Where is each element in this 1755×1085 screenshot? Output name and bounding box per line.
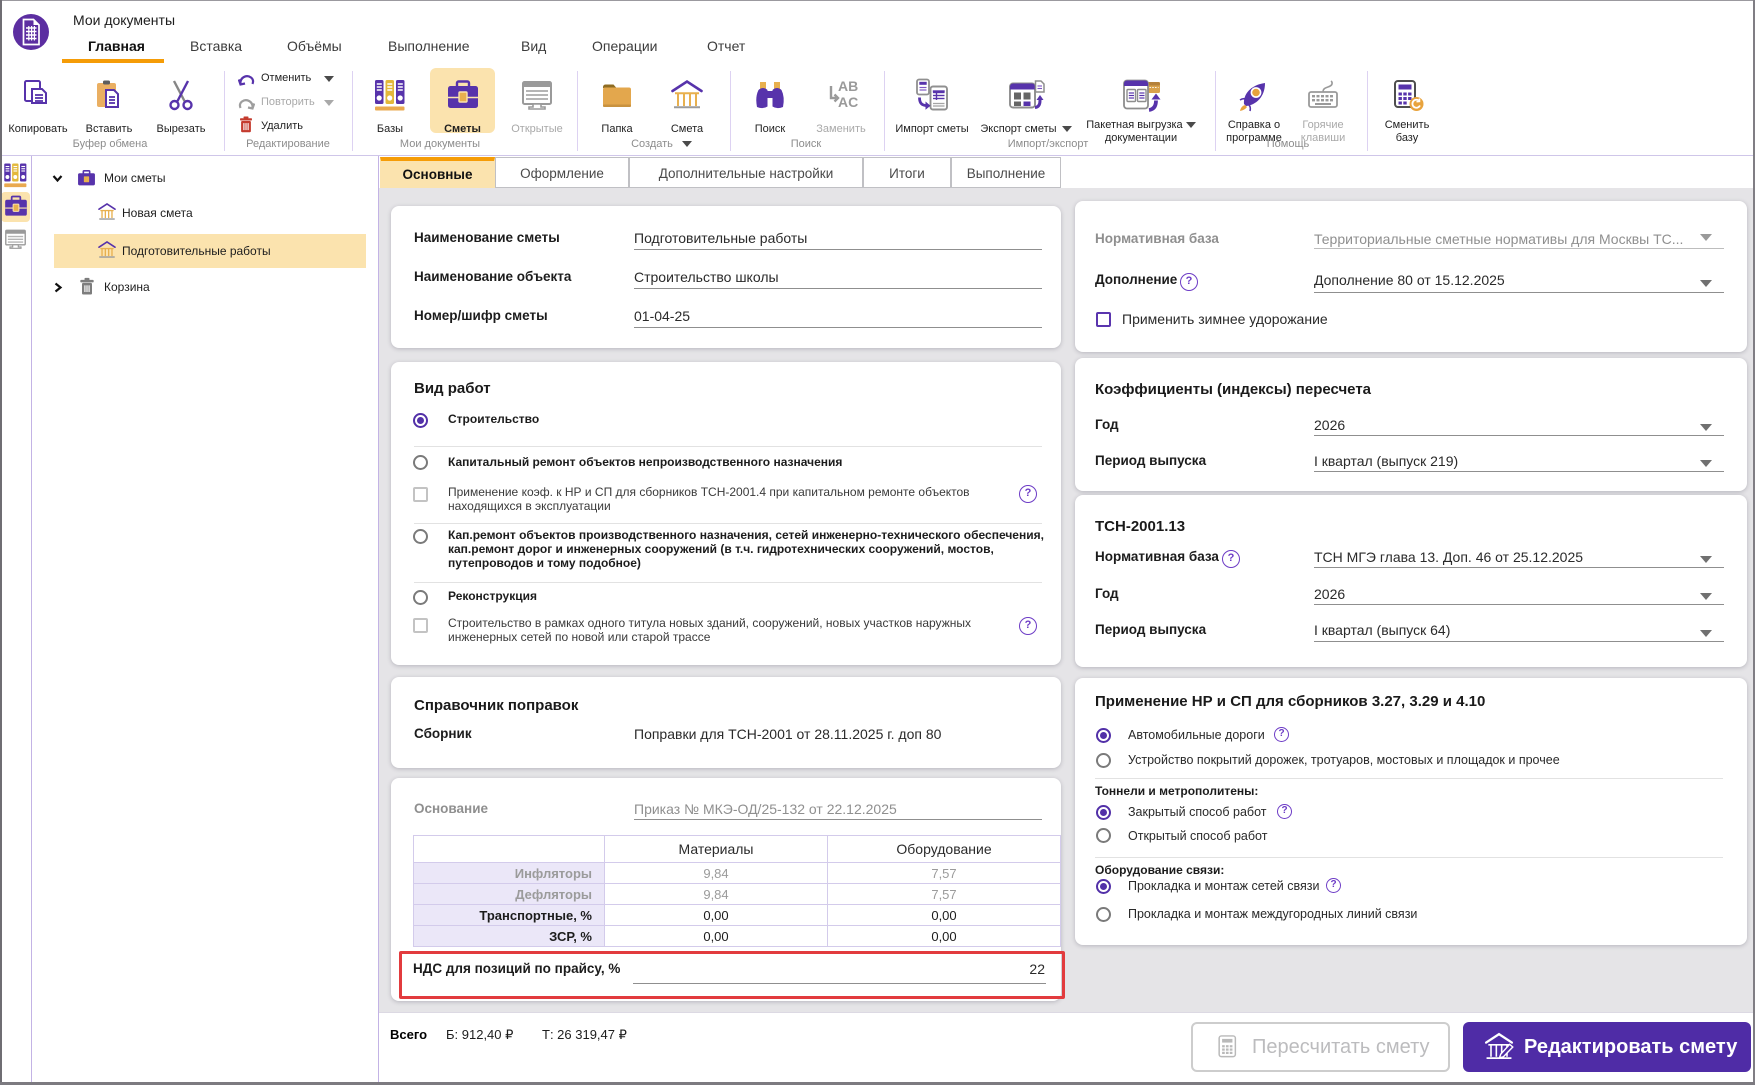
svg-text:AC: AC — [838, 94, 858, 110]
svg-text:AB: AB — [838, 78, 858, 94]
